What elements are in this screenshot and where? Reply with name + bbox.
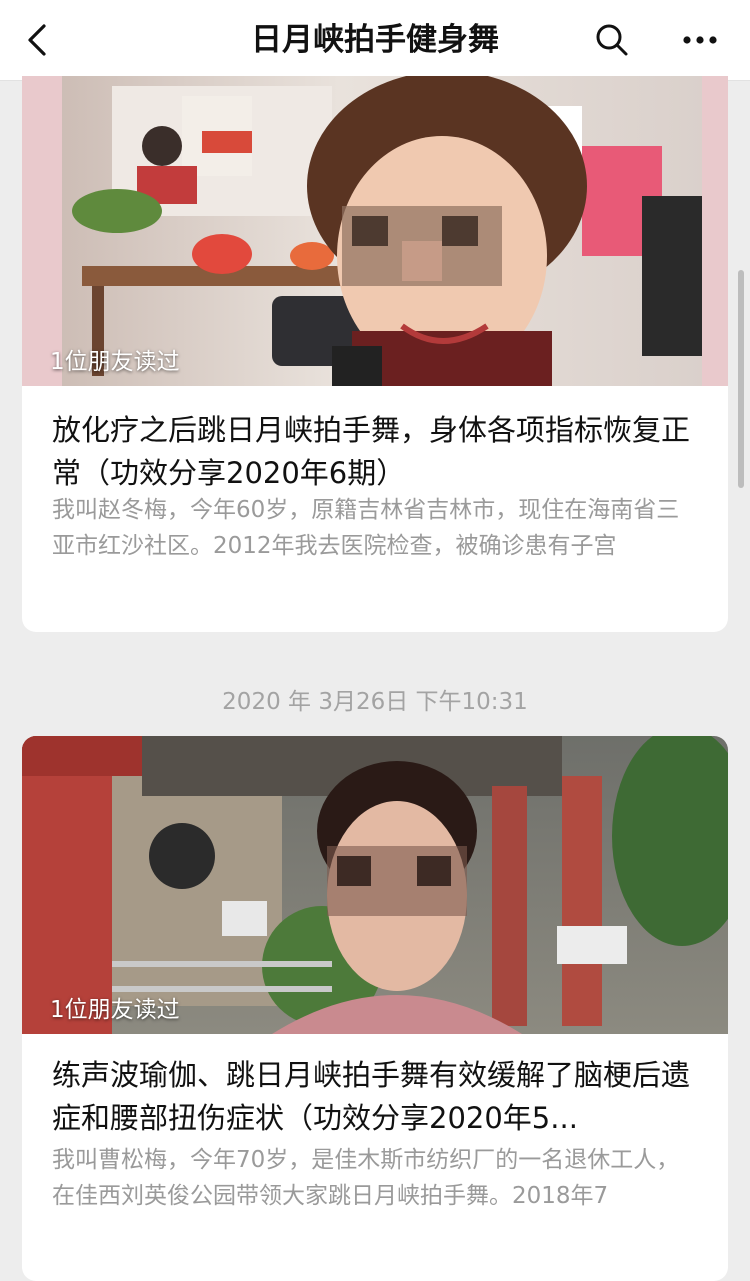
- scrollbar-thumb[interactable]: [738, 270, 744, 488]
- article-excerpt: 我叫赵冬梅，今年60岁，原籍吉林省吉林市，现住在海南省三亚市红沙社区。2012年…: [52, 497, 680, 559]
- search-icon[interactable]: [594, 22, 630, 58]
- article-title[interactable]: 放化疗之后跳日月峡拍手舞，身体各项指标恢复正常（功效分享2020年6期）: [52, 409, 702, 495]
- article-title[interactable]: 练声波瑜伽、跳日月峡拍手舞有效缓解了脑梗后遗症和腰部扭伤症状（功效分享2020年…: [52, 1054, 702, 1140]
- read-by-friends-label: 1位朋友读过: [50, 349, 180, 375]
- publish-timestamp: 2020 年 3月26日 下午10:31: [222, 689, 528, 715]
- article-excerpt: 我叫曹松梅，今年70岁，是佳木斯市纺织厂的一名退休工人，在佳西刘英俊公园带领大家…: [52, 1147, 680, 1209]
- page-title: 日月峡拍手健身舞: [251, 22, 499, 58]
- read-by-friends-label: 1位朋友读过: [50, 997, 180, 1023]
- top-bar: 日月峡拍手健身舞: [0, 0, 750, 81]
- more-horizontal-icon[interactable]: [680, 26, 720, 54]
- chevron-left-icon[interactable]: [24, 22, 54, 58]
- article-card[interactable]: 1位朋友读过 放化疗之后跳日月峡拍手舞，身体各项指标恢复正常（功效分享2020年…: [22, 76, 728, 632]
- article-card[interactable]: 1位朋友读过 练声波瑜伽、跳日月峡拍手舞有效缓解了脑梗后遗症和腰部扭伤症状（功效…: [22, 736, 728, 1281]
- article-cover-image: [22, 76, 728, 386]
